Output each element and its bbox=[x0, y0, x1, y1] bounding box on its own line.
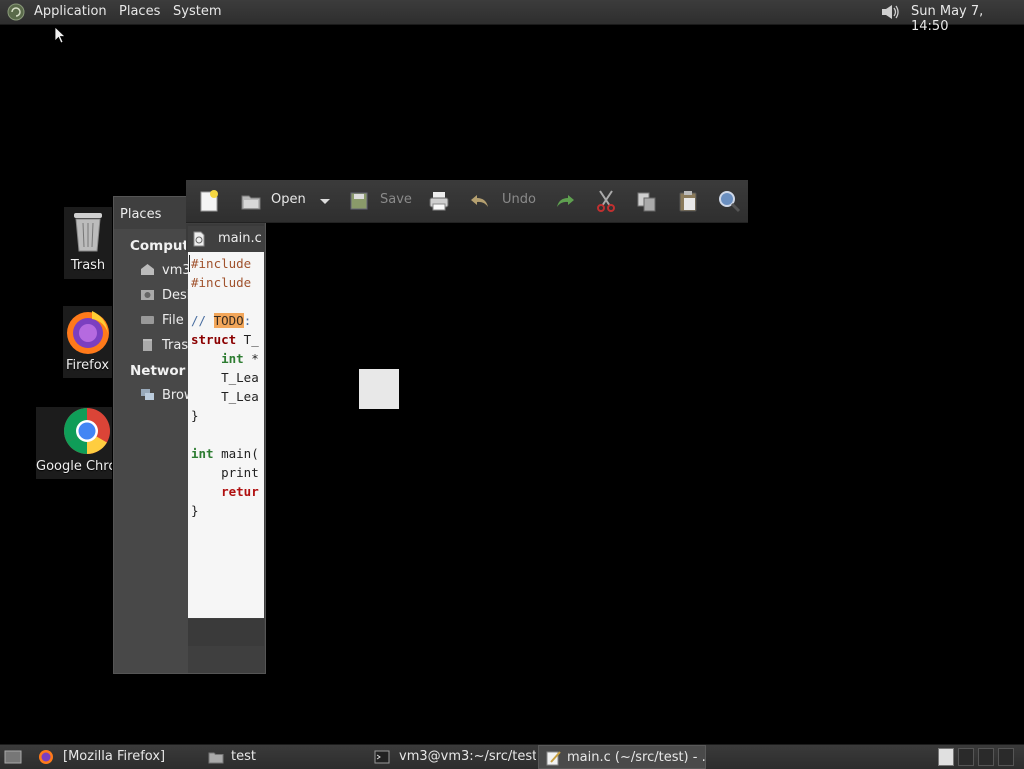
code-line: int main( bbox=[191, 446, 259, 461]
places-item-label: Desktop bbox=[162, 288, 188, 303]
places-heading-computer: Computer bbox=[130, 238, 186, 254]
trash-small-icon bbox=[143, 339, 152, 351]
undo-button[interactable]: Undo bbox=[502, 192, 536, 207]
taskbar-item-label: [Mozilla Firefox] bbox=[63, 749, 166, 764]
distro-logo-icon[interactable] bbox=[7, 3, 25, 21]
todo-highlight: TODO bbox=[213, 313, 244, 328]
code-line: // TODO: bbox=[191, 313, 259, 328]
tab-main-c[interactable]: main.c bbox=[188, 226, 264, 252]
copy-icon[interactable] bbox=[636, 189, 658, 213]
print-icon[interactable] bbox=[427, 189, 451, 213]
document-icon bbox=[193, 231, 205, 247]
taskbar-item-label: test bbox=[231, 749, 256, 764]
places-window-title: Places bbox=[120, 207, 162, 222]
places-item-label: File System bbox=[162, 313, 188, 328]
top-panel: Applications Places System Sun May 7, 14… bbox=[0, 0, 1024, 34]
trash-icon bbox=[74, 213, 102, 252]
places-item-label: Trash bbox=[162, 338, 188, 353]
text-cursor bbox=[189, 255, 190, 272]
volume-icon[interactable] bbox=[880, 3, 900, 21]
places-item-label: Browse Network bbox=[162, 388, 188, 403]
workspace-switcher[interactable] bbox=[938, 748, 954, 766]
taskbar-item-label: main.c (~/src/test) - ... bbox=[567, 750, 706, 765]
places-item-home[interactable]: vm3 bbox=[140, 263, 188, 278]
code-line: print bbox=[191, 465, 259, 480]
desktop-folder-icon bbox=[141, 290, 154, 300]
save-icon[interactable] bbox=[348, 189, 370, 213]
code-line: T_Lea bbox=[191, 370, 259, 385]
places-heading-network: Network bbox=[130, 363, 186, 379]
places-item-label: vm3 bbox=[162, 263, 188, 278]
clock[interactable]: Sun May 7, 14:50 bbox=[911, 4, 1024, 34]
bottom-panel: [Mozilla Firefox] test vm3@vm3:~/src/tes… bbox=[0, 744, 1024, 769]
desktop-icon-trash[interactable]: Trash bbox=[64, 207, 112, 279]
taskbar-item-label: vm3@vm3:~/src/test bbox=[399, 749, 536, 764]
desktop-icon-label: Google Chrome bbox=[36, 459, 112, 474]
desktop-icon-label: Trash bbox=[70, 258, 106, 273]
places-item-browse-network[interactable]: Browse Network bbox=[140, 388, 188, 403]
text-editor-window[interactable]: Open Save Undo main.c #include #include … bbox=[186, 180, 748, 646]
menu-applications[interactable]: Applications bbox=[34, 4, 106, 19]
white-square-artifact bbox=[359, 369, 399, 409]
redo-icon[interactable] bbox=[553, 189, 577, 213]
chrome-icon bbox=[64, 408, 110, 454]
paste-icon[interactable] bbox=[677, 189, 699, 213]
taskbar-item-terminal[interactable]: vm3@vm3:~/src/test bbox=[368, 745, 536, 769]
desktop-icon-label: Firefox bbox=[65, 358, 110, 373]
code-editor[interactable]: #include #include // TODO: struct T_ int… bbox=[188, 252, 264, 618]
terminal-icon bbox=[374, 750, 390, 764]
drive-icon bbox=[141, 316, 154, 324]
tab-label: main.c bbox=[218, 231, 262, 246]
code-line: T_Lea bbox=[191, 389, 259, 404]
editor-toolbar: Open Save Undo bbox=[186, 180, 748, 223]
code-line: } bbox=[191, 503, 199, 518]
code-line: retur bbox=[221, 484, 259, 499]
workspace-switcher-2[interactable] bbox=[958, 748, 974, 766]
cut-icon[interactable] bbox=[595, 189, 617, 213]
show-desktop-icon[interactable] bbox=[4, 749, 22, 765]
new-document-icon[interactable] bbox=[198, 189, 220, 213]
places-sidebar: Computer vm3 Desktop File System Trash N… bbox=[114, 229, 188, 673]
places-item-trash[interactable]: Trash bbox=[140, 338, 188, 353]
code-line: } bbox=[191, 408, 199, 423]
places-item-file-system[interactable]: File System bbox=[140, 313, 188, 328]
menu-places[interactable]: Places bbox=[119, 4, 160, 19]
chevron-down-icon[interactable] bbox=[319, 189, 331, 213]
menu-system[interactable]: System bbox=[173, 4, 221, 19]
desktop-icon-google-chrome[interactable]: Google Chrome bbox=[36, 407, 112, 479]
code-line: #include bbox=[191, 275, 252, 290]
firefox-small-icon bbox=[39, 750, 53, 764]
places-item-desktop[interactable]: Desktop bbox=[140, 288, 188, 303]
desktop-icon-firefox[interactable]: Firefox bbox=[63, 306, 112, 378]
editor-tab-bar: main.c bbox=[186, 224, 264, 252]
home-folder-icon bbox=[141, 264, 154, 275]
save-button[interactable]: Save bbox=[380, 192, 412, 207]
code-line: struct T_ bbox=[191, 332, 259, 347]
network-icon bbox=[141, 389, 154, 400]
taskbar-item-text-editor[interactable]: main.c (~/src/test) - ... bbox=[538, 745, 706, 769]
taskbar-item-firefox[interactable]: [Mozilla Firefox] bbox=[32, 745, 200, 769]
search-icon[interactable] bbox=[717, 189, 741, 213]
folder-icon bbox=[208, 752, 224, 764]
firefox-icon bbox=[67, 311, 109, 354]
code-line: #include bbox=[191, 256, 252, 271]
taskbar-item-test-folder[interactable]: test bbox=[202, 745, 366, 769]
editor-statusbar bbox=[188, 619, 264, 646]
undo-icon[interactable] bbox=[468, 189, 492, 213]
open-folder-icon[interactable] bbox=[240, 189, 262, 213]
workspace-switcher-4[interactable] bbox=[998, 748, 1014, 766]
mouse-pointer-icon bbox=[54, 26, 66, 44]
text-editor-icon bbox=[546, 751, 561, 766]
open-button[interactable]: Open bbox=[271, 192, 306, 207]
workspace-switcher-3[interactable] bbox=[978, 748, 994, 766]
code-line: int * bbox=[221, 351, 259, 366]
